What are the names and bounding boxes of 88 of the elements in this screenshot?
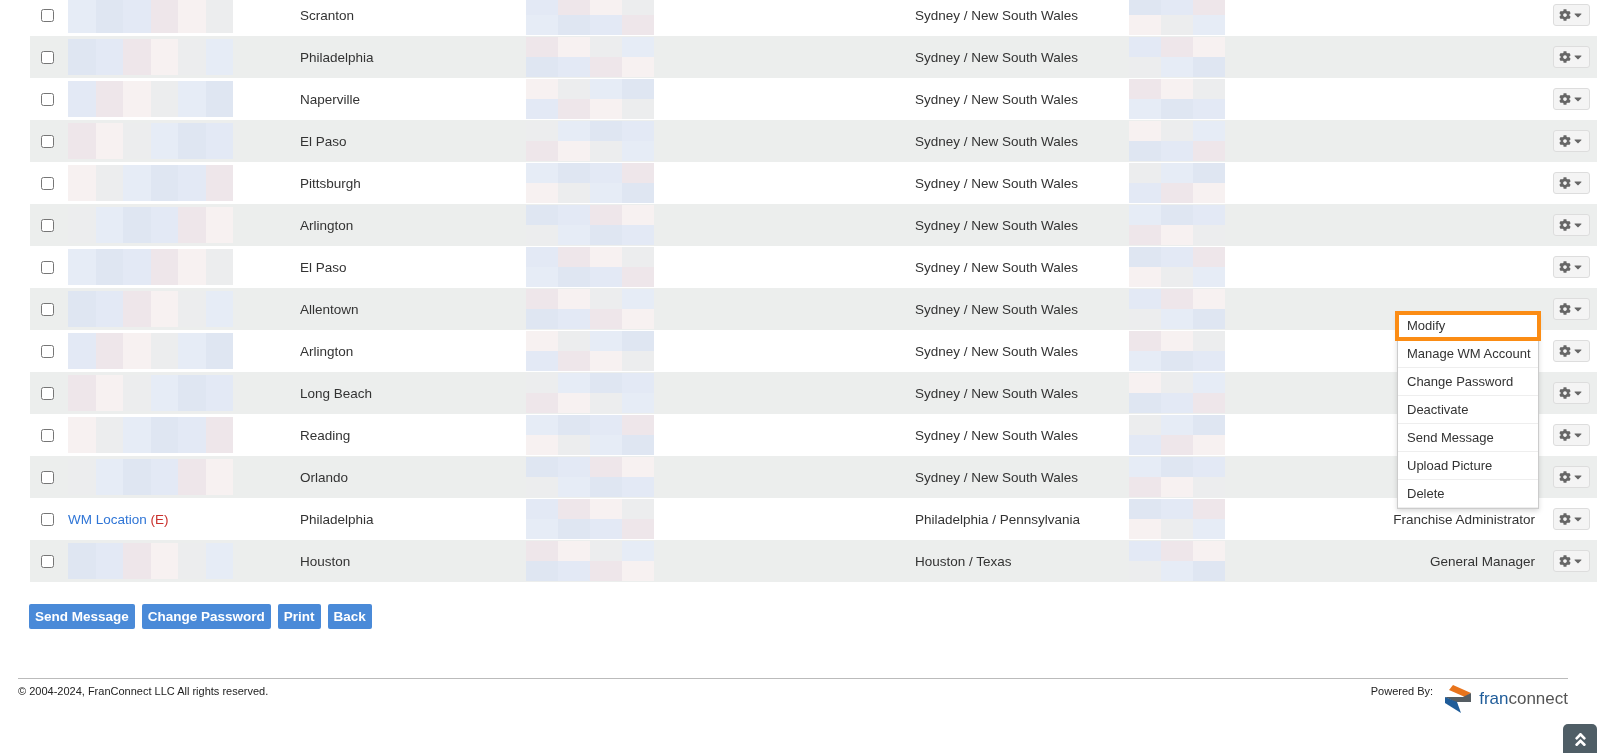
gear-icon <box>1558 303 1571 315</box>
gear-icon <box>1558 51 1571 63</box>
actions-button[interactable] <box>1552 508 1590 530</box>
row-checkbox[interactable] <box>41 386 54 400</box>
logo-wordmark: franconnect <box>1479 689 1568 709</box>
gear-icon <box>1558 471 1571 483</box>
actions-button[interactable] <box>1552 4 1590 26</box>
gear-icon <box>1558 555 1571 567</box>
location-cell-text: Houston / Texas <box>915 553 1013 569</box>
gear-icon <box>1558 429 1571 441</box>
location-cell-text: Sydney / New South Wales <box>915 469 1080 485</box>
row-checkbox[interactable] <box>41 218 54 232</box>
city-cell-text: Naperville <box>300 91 362 107</box>
action-button[interactable]: Send Message <box>29 604 135 629</box>
row-checkbox[interactable] <box>41 512 54 526</box>
actions-button[interactable] <box>1552 298 1590 320</box>
gear-icon <box>1558 177 1571 189</box>
powered-by-label: Powered By: <box>1370 685 1434 697</box>
row-checkbox[interactable] <box>41 554 54 568</box>
actions-button[interactable] <box>1552 466 1590 488</box>
gear-icon <box>1558 387 1571 399</box>
actions-button[interactable] <box>1552 172 1590 194</box>
gear-icon <box>1558 9 1571 21</box>
role-cell-text: General Manager <box>1429 553 1536 569</box>
city-cell-text: Philadelphia <box>300 511 375 527</box>
actions-button[interactable] <box>1552 214 1590 236</box>
city-cell-text: Orlando <box>300 469 350 485</box>
menu-item[interactable]: Change Password <box>1398 368 1538 396</box>
menu-item[interactable]: Deactivate <box>1398 396 1538 424</box>
copyright-text: © 2004-2024, FranConnect LLC All rights reserved. <box>18 685 269 697</box>
gear-icon <box>1558 345 1571 357</box>
actions-button[interactable] <box>1552 46 1590 68</box>
location-cell-text: Sydney / New South Wales <box>915 133 1080 149</box>
city-cell-text: Arlington <box>300 217 355 233</box>
action-button[interactable]: Back <box>327 604 372 629</box>
menu-item[interactable]: Delete <box>1398 480 1538 508</box>
menu-item[interactable]: Manage WM Account <box>1398 340 1538 368</box>
location-cell-text: Philadelphia / Pennsylvania <box>915 511 1082 527</box>
city-cell-text: Scranton <box>300 7 356 23</box>
city-cell-text: Reading <box>300 427 352 443</box>
location-cell-text: Sydney / New South Wales <box>915 427 1080 443</box>
row-checkbox[interactable] <box>41 260 54 274</box>
location-cell-text: Sydney / New South Wales <box>915 91 1080 107</box>
city-cell-text: El Paso <box>300 133 348 149</box>
row-checkbox[interactable] <box>41 50 54 64</box>
actions-button[interactable] <box>1552 256 1590 278</box>
actions-button[interactable] <box>1552 340 1590 362</box>
location-cell-text: Sydney / New South Wales <box>915 175 1080 191</box>
row-checkbox[interactable] <box>41 8 54 22</box>
city-cell-text: Allentown <box>300 301 360 317</box>
gear-icon <box>1558 93 1571 105</box>
scroll-top-button[interactable] <box>1563 724 1597 753</box>
city-cell-text: El Paso <box>300 259 348 275</box>
gear-icon <box>1558 513 1571 525</box>
location-link[interactable]: WM Location (E) <box>68 511 169 527</box>
row-checkbox[interactable] <box>41 134 54 148</box>
role-cell-text: Franchise Administrator <box>1393 511 1536 527</box>
actions-button[interactable] <box>1552 550 1590 572</box>
gear-icon <box>1558 219 1571 231</box>
location-cell-text: Sydney / New South Wales <box>915 301 1080 317</box>
row-checkbox[interactable] <box>41 302 54 316</box>
city-cell-text: Arlington <box>300 343 355 359</box>
menu-item[interactable]: Send Message <box>1398 424 1538 452</box>
location-cell-text: Sydney / New South Wales <box>915 217 1080 233</box>
location-cell-text: Sydney / New South Wales <box>915 343 1080 359</box>
action-button[interactable]: Print <box>277 604 321 629</box>
row-checkbox[interactable] <box>41 344 54 358</box>
actions-button[interactable] <box>1552 88 1590 110</box>
gear-icon <box>1558 261 1571 273</box>
city-cell-text: Houston <box>300 553 352 569</box>
row-checkbox[interactable] <box>41 428 54 442</box>
location-cell-text: Sydney / New South Wales <box>915 259 1080 275</box>
action-button[interactable]: Change Password <box>141 604 271 629</box>
row-checkbox[interactable] <box>41 470 54 484</box>
city-cell-text: Pittsburgh <box>300 175 362 191</box>
actions-button[interactable] <box>1552 424 1590 446</box>
city-cell-text: Philadelphia <box>300 49 375 65</box>
actions-button[interactable] <box>1552 130 1590 152</box>
location-cell-text: Sydney / New South Wales <box>915 7 1080 23</box>
row-checkbox[interactable] <box>41 176 54 190</box>
gear-icon <box>1558 135 1571 147</box>
row-checkbox[interactable] <box>41 92 54 106</box>
location-cell-text: Sydney / New South Wales <box>915 385 1080 401</box>
menu-item[interactable]: Upload Picture <box>1398 452 1538 480</box>
actions-button[interactable] <box>1552 382 1590 404</box>
city-cell-text: Long Beach <box>300 385 374 401</box>
menu-item[interactable]: Modify <box>1396 312 1540 340</box>
location-cell-text: Sydney / New South Wales <box>915 49 1080 65</box>
